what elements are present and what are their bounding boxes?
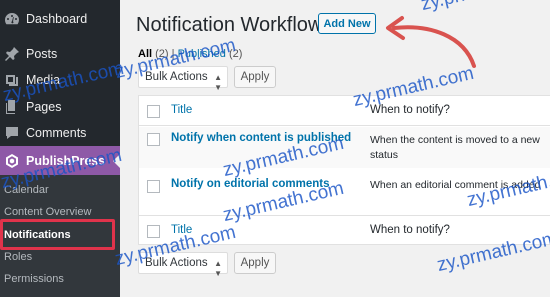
sidebar-item-comments[interactable]: Comments (0, 120, 120, 146)
sidebar-item-posts[interactable]: Posts (0, 41, 120, 67)
sidebar-item-label: Comments (26, 126, 87, 140)
sidebar-item-label: Dashboard (26, 12, 88, 26)
dashboard-icon (2, 9, 22, 29)
notifications-highlight-box (0, 219, 115, 250)
bulk-actions-select[interactable]: Bulk Actions ▲ ▼ (138, 66, 228, 92)
row-checkbox[interactable] (147, 133, 160, 146)
pin-icon (2, 44, 22, 64)
filter-published-count: (2) (228, 48, 243, 60)
select-all-checkbox[interactable] (147, 105, 160, 118)
sidebar-item-pages[interactable]: Pages (0, 94, 120, 120)
sidebar-item-label: PublishPress (26, 153, 106, 168)
sidebar-item-label: Pages (26, 100, 62, 114)
filter-published-label[interactable]: Published (178, 48, 226, 60)
sidebar-item-publishpress[interactable]: PublishPress (0, 146, 120, 175)
media-icon (2, 70, 22, 90)
row-when-text: When an editorial comment is added (370, 179, 541, 191)
row-title-link[interactable]: Notify on editorial comments (171, 178, 329, 190)
status-filter-links: All (2) | Published (2) (138, 48, 242, 60)
add-new-button[interactable]: Add New (318, 13, 376, 34)
comments-icon (2, 123, 22, 143)
table-header-row: Title When to notify? (139, 96, 550, 126)
chevron-updown-icon: ▲ ▼ (214, 259, 222, 278)
sidebar-item-dashboard[interactable]: Dashboard (0, 6, 120, 32)
page-title: Notification Workflows (136, 14, 333, 36)
row-when-text: When the content is moved to a new statu… (370, 134, 540, 161)
submenu-item-calendar[interactable]: Calendar (4, 184, 49, 196)
column-footer-when: When to notify? (370, 224, 450, 236)
column-header-when: When to notify? (370, 104, 450, 116)
publishpress-icon (2, 151, 22, 171)
submenu-item-content-overview[interactable]: Content Overview (4, 206, 91, 218)
pages-icon (2, 97, 22, 117)
bulk-actions-value: Bulk Actions (145, 257, 208, 269)
submenu-item-permissions[interactable]: Permissions (4, 273, 64, 285)
sidebar-item-media[interactable]: Media (0, 67, 120, 93)
submenu-item-more[interactable]: ... (4, 293, 13, 297)
current-menu-arrow (113, 154, 120, 168)
table-row: Notify on editorial comments When an edi… (139, 168, 550, 215)
row-title-link[interactable]: Notify when content is published (171, 132, 351, 144)
filter-all-label[interactable]: All (138, 48, 152, 60)
filter-separator: | (171, 48, 175, 60)
filter-all-count: (2) (155, 48, 169, 60)
chevron-updown-icon: ▲ ▼ (214, 73, 222, 92)
sidebar-item-label: Posts (26, 47, 58, 61)
bulk-actions-value: Bulk Actions (145, 71, 208, 83)
column-footer-title[interactable]: Title (171, 224, 192, 236)
table-footer-row: Title When to notify? (139, 215, 550, 245)
annotation-arrow (386, 16, 476, 68)
column-header-title[interactable]: Title (171, 104, 192, 116)
notifications-table: Title When to notify? Notify when conten… (138, 95, 550, 245)
apply-button[interactable]: Apply (234, 66, 276, 88)
table-row: Notify when content is published When th… (139, 127, 550, 168)
sidebar-item-label: Media (26, 73, 61, 87)
submenu-item-roles[interactable]: Roles (4, 251, 32, 263)
apply-button[interactable]: Apply (234, 252, 276, 274)
bulk-actions-select[interactable]: Bulk Actions ▲ ▼ (138, 252, 228, 278)
select-all-checkbox[interactable] (147, 225, 160, 238)
admin-sidebar: Dashboard Posts Media Pages Comments Pub… (0, 0, 120, 297)
row-checkbox[interactable] (147, 180, 160, 193)
